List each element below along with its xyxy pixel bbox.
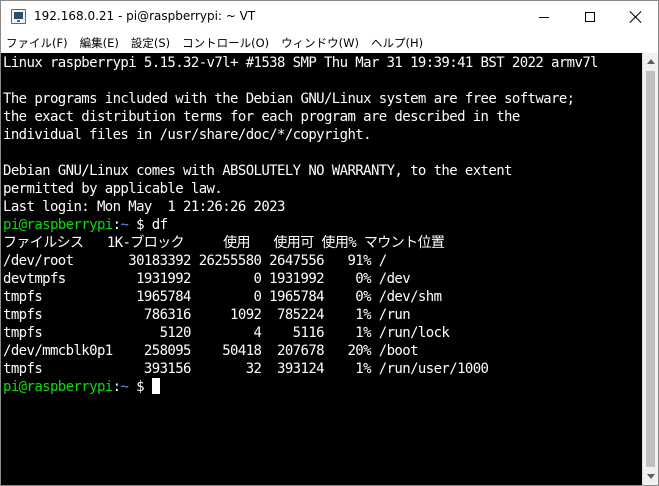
vertical-scrollbar[interactable] bbox=[642, 53, 658, 485]
terminal-line: Debian GNU/Linux comes with ABSOLUTELY N… bbox=[3, 163, 512, 179]
menu-file[interactable]: ファイル(F) bbox=[6, 35, 68, 51]
close-icon bbox=[630, 11, 642, 23]
df-row: tmpfs 393156 32 393124 1% /run/user/1000 bbox=[3, 361, 489, 377]
menu-edit[interactable]: 編集(E) bbox=[80, 35, 119, 51]
minimize-button[interactable] bbox=[521, 1, 567, 33]
df-row: tmpfs 786316 1092 785224 1% /run bbox=[3, 307, 411, 323]
terminal-screen[interactable]: Linux raspberrypi 5.15.32-v7l+ #1538 SMP… bbox=[1, 53, 642, 485]
menu-control[interactable]: コントロール(O) bbox=[182, 35, 269, 51]
df-header: ファイルシス 1K-ブロック 使用 使用可 使用% マウント位置 bbox=[3, 235, 445, 251]
df-row: devtmpfs 1931992 0 1931992 0% /dev bbox=[3, 271, 411, 287]
teraterm-icon[interactable] bbox=[11, 9, 26, 24]
terminal-line: Last login: Mon May 1 21:26:26 2023 bbox=[3, 199, 285, 215]
terminal-line: the exact distribution terms for each pr… bbox=[3, 109, 520, 125]
menu-help[interactable]: ヘルプ(H) bbox=[371, 35, 423, 51]
df-row: /dev/root 30183392 26255580 2647556 91% … bbox=[3, 253, 387, 269]
text-cursor bbox=[151, 378, 160, 394]
title-bar[interactable]: 192.168.0.21 - pi@raspberrypi: ~ VT bbox=[1, 1, 658, 33]
prompt-symbol: $ bbox=[128, 217, 152, 233]
prompt-user: pi@raspberrypi bbox=[3, 217, 113, 233]
minimize-icon bbox=[539, 16, 549, 18]
scroll-up-arrow-icon[interactable] bbox=[647, 59, 655, 64]
window-title: 192.168.0.21 - pi@raspberrypi: ~ VT bbox=[34, 9, 256, 23]
terminal-line: permitted by applicable law. bbox=[3, 181, 223, 197]
maximize-button[interactable] bbox=[567, 1, 613, 33]
maximize-icon bbox=[585, 12, 595, 22]
df-row: /dev/mmcblk0p1 258095 50418 207678 20% /… bbox=[3, 343, 419, 359]
df-row: tmpfs 5120 4 5116 1% /run/lock bbox=[3, 325, 450, 341]
terminal-line: Linux raspberrypi 5.15.32-v7l+ #1538 SMP… bbox=[3, 55, 599, 71]
scroll-down-arrow-icon[interactable] bbox=[647, 474, 655, 479]
typed-command: df bbox=[151, 217, 168, 233]
prompt-user: pi@raspberrypi bbox=[3, 379, 113, 395]
menu-settings[interactable]: 設定(S) bbox=[131, 35, 170, 51]
menu-bar: ファイル(F) 編集(E) 設定(S) コントロール(O) ウィンドウ(W) ヘ… bbox=[1, 33, 658, 53]
menu-window[interactable]: ウィンドウ(W) bbox=[281, 35, 359, 51]
prompt-symbol: $ bbox=[128, 379, 152, 395]
terminal-line: individual files in /usr/share/doc/*/cop… bbox=[3, 127, 372, 143]
df-row: tmpfs 1965784 0 1965784 0% /dev/shm bbox=[3, 289, 442, 305]
close-button[interactable] bbox=[613, 1, 659, 33]
terminal-window: 192.168.0.21 - pi@raspberrypi: ~ VT ファイル… bbox=[0, 0, 659, 486]
prompt-line: pi@raspberrypi:~ $ bbox=[3, 378, 160, 396]
scroll-thumb[interactable] bbox=[646, 71, 655, 467]
terminal-line: The programs included with the Debian GN… bbox=[3, 91, 575, 107]
prompt-line: pi@raspberrypi:~ $ df bbox=[3, 216, 168, 234]
